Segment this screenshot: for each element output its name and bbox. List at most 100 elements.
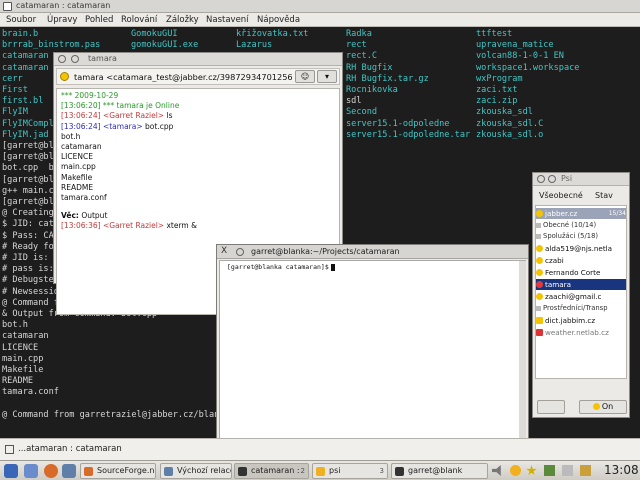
group-expand-icon [536,234,541,239]
battery-icon[interactable] [562,465,573,476]
menu-stav[interactable]: Stav [595,191,613,200]
offline-service-icon [536,329,543,336]
terminal-title: catamaran : catamaran [16,1,111,10]
new-tab-icon[interactable] [5,445,14,454]
terminal-file-entry: First [2,85,28,95]
terminal-file-entry: brain.b [2,29,39,39]
task-label: psi [329,466,341,475]
chat-message: [13:06:24] <Garret Raziel> ls [61,111,173,121]
emoticon-button[interactable]: ☺ [295,70,315,83]
roster-contact[interactable]: weather.netlab.cz [536,327,626,338]
menu-nastaveni[interactable]: Nastavení [206,15,249,25]
psi-titlebar[interactable]: Psi [533,173,629,186]
psi-menu-button[interactable] [537,400,565,414]
chat-message-line: catamaran [61,142,102,152]
terminal-file-entry: sdl [346,96,362,107]
terminal-file-entry: FlyIM [2,107,28,118]
roster-group-obecne[interactable]: Obecné (10/14) [536,220,626,231]
taskbar-task[interactable]: SourceForge.n [80,463,156,479]
window-pin-icon[interactable] [548,175,556,183]
network-icon[interactable] [544,465,555,476]
menu-upravy[interactable]: Úpravy [47,15,77,25]
terminal-output-line: g++ main.cp [2,185,59,196]
file-manager-icon[interactable] [62,464,76,478]
roster-group-spoluzaci[interactable]: Spolužáci (5/18) [536,231,626,242]
taskbar-task[interactable]: garret@blank [391,463,488,479]
menu-soubor[interactable]: Soubor [6,15,36,25]
terminal-file-entry: FlyIM.jad [2,129,49,140]
xterm-scrollbar[interactable] [519,261,526,454]
terminal-file-entry: Rocnikovka [346,85,398,95]
menu-vseobecne[interactable]: Všeobecné [539,191,583,200]
taskbar-task[interactable]: catamaran :2 [234,463,309,479]
taskbar-task[interactable]: Výchozí relace [160,463,232,479]
xterm-title: garret@blanka:~/Projects/catamaran [251,247,400,256]
terminal-output-line: main.cpp [2,353,44,364]
roster-account[interactable]: jabber.cz 15/34 [536,208,626,219]
contact-list[interactable]: jabber.cz 15/34 Obecné (10/14) Spolužáci… [535,205,627,379]
terminal-file-entry: gomokuGUI.exe [131,40,199,51]
shell-prompt: [garret@blanka catamaran]$ [227,263,335,271]
taskbar: SourceForge.n Výchozí relace catamaran :2p… [0,460,640,480]
terminal-tab[interactable]: ...atamaran : catamaran [18,444,122,454]
updates-icon[interactable] [580,465,591,476]
psi-tray-icon[interactable] [510,465,521,476]
window-menu-icon[interactable] [236,248,244,256]
task-window-count: 3 [379,467,384,475]
terminal-output-line: $ Pass: CA [2,230,54,241]
roster-contact[interactable]: czabi [536,255,626,266]
terminal-file-entry: first.bl [2,96,44,107]
taskbar-task[interactable]: psi 3 [312,463,388,479]
chat-contact-address: tamara <catamara_test@jabber.cz/39872934… [74,72,292,82]
desktop-pager-icon[interactable] [24,464,38,478]
roster-group-transports[interactable]: Prostředníci/Transp [536,303,626,314]
terminal-output-line: # pass is: [2,264,54,275]
task-label: garret@blank [408,466,463,475]
star-status-icon [536,281,543,288]
terminal-file-entry: FlyIMComple [2,118,59,129]
terminal-file-entry: RH Bugfix.tar.gz [346,73,429,84]
terminal-file-entry: workspace1.workspace [476,62,580,73]
clock[interactable]: 13:08 [604,463,639,477]
task-label: Výchozí relace [177,466,232,475]
window-pin-icon[interactable] [71,55,79,63]
roster-contact[interactable]: alda519@njs.netla [536,243,626,254]
xterm-terminal-area[interactable]: [garret@blanka catamaran]$ [219,260,526,455]
terminal-output-line: # JID is: c [2,253,59,263]
terminal-file-entry: zkouska_sdl.C [476,118,544,129]
chat-contact-bar: tamara <catamara_test@jabber.cz/39872934… [56,68,340,85]
online-status-icon [536,245,543,252]
window-menu-icon[interactable] [58,55,66,63]
terminal-file-entry: cerr [2,73,23,84]
terminal-file-entry: Lazarus [236,40,273,51]
terminal-titlebar[interactable]: catamaran : catamaran [0,0,640,13]
volume-icon[interactable] [492,465,501,476]
menu-napoveda[interactable]: Nápověda [257,15,300,25]
firefox-icon[interactable] [44,464,58,478]
xterm-titlebar[interactable]: X garret@blanka:~/Projects/catamaran [217,245,528,259]
menu-pohled[interactable]: Pohled [85,15,113,25]
roster-contact[interactable]: Fernando Corte [536,267,626,278]
terminal-file-entry: volcan88-1-0-1 EN [476,51,564,62]
terminal-output-line: catamaran [2,331,49,342]
chat-options-button[interactable]: ▾ [317,70,337,83]
star-icon[interactable] [526,465,537,476]
menu-zalozky[interactable]: Záložky [166,15,199,25]
terminal-output-line: bot.cpp bo [2,163,59,174]
terminal-file-entry: Radka [346,29,372,39]
group-expand-icon [536,306,541,311]
roster-contact[interactable]: zaachi@gmail.c [536,291,626,302]
chat-online-line: [13:06:20] *** tamara je Online [61,101,180,111]
window-menu-icon[interactable] [537,175,545,183]
roster-contact-selected[interactable]: tamara [536,279,626,290]
terminal-file-entry: křižovatka.txt [236,29,309,39]
fedora-menu-icon[interactable] [4,464,18,478]
terminal-file-entry: brrrab_binstrom.pas [2,40,101,51]
menu-rolovani[interactable]: Rolování [121,15,157,25]
roster-contact[interactable]: dict.jabbim.cz [536,315,626,326]
terminal-file-entry: zaci.zip [476,96,518,107]
close-icon[interactable]: X [221,246,227,256]
chat-titlebar[interactable]: tamara [54,53,342,66]
terminal-file-entry: catamaran [2,51,49,62]
status-button[interactable]: On [579,400,627,414]
